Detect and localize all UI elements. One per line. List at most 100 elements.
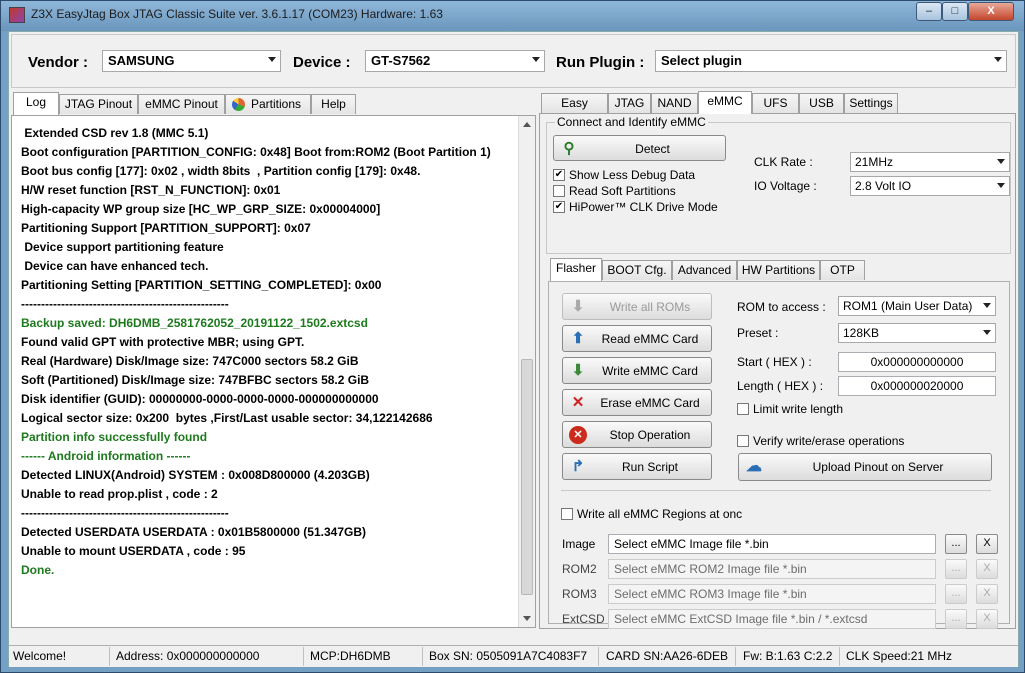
device-label: Device :	[293, 54, 351, 71]
write-all-roms-button[interactable]: ⬇ Write all ROMs	[562, 293, 712, 320]
status-separator	[735, 647, 736, 666]
title-bar[interactable]: Z3X EasyJtag Box JTAG Classic Suite ver.…	[1, 1, 1024, 31]
write-emmc-button[interactable]: ⬇ Write eMMC Card	[562, 357, 712, 384]
chevron-down-icon	[994, 57, 1002, 62]
log-line: High-capacity WP group size [HC_WP_GRP_S…	[21, 202, 381, 216]
clear-button[interactable]: X	[976, 534, 998, 554]
tab-help[interactable]: Help	[311, 94, 356, 114]
tab-advanced[interactable]: Advanced	[672, 260, 737, 280]
status-separator	[839, 647, 840, 666]
log-panel[interactable]: Extended CSD rev 1.8 (MMC 5.1) Boot confi…	[11, 115, 536, 628]
status-separator	[109, 647, 110, 666]
status-mcp: MCP:DH6DMB	[310, 649, 391, 663]
chevron-down-icon	[997, 159, 1005, 164]
stop-operation-button[interactable]: ✕ Stop Operation	[562, 421, 712, 448]
log-scrollbar[interactable]	[518, 116, 535, 627]
scroll-up-icon[interactable]	[523, 122, 531, 127]
tab-flasher[interactable]: Flasher	[550, 258, 602, 281]
clear-button[interactable]: X	[976, 609, 998, 629]
log-line: Backup saved: DH6DMB_2581762052_20191122…	[21, 316, 368, 330]
tab-settings[interactable]: Settings	[844, 93, 898, 113]
client-area: Vendor : SAMSUNG Device : GT-S7562 Run P…	[8, 31, 1019, 667]
tab-jtag[interactable]: JTAG	[608, 93, 651, 113]
status-clk-speed: CLK Speed:21 MHz	[846, 649, 953, 663]
clear-button[interactable]: X	[976, 584, 998, 604]
device-select[interactable]: GT-S7562	[365, 50, 545, 72]
rom-to-access-select[interactable]: ROM1 (Main User Data)	[838, 296, 996, 316]
tab-log[interactable]: Log	[13, 92, 59, 115]
tab-emmc[interactable]: eMMC	[698, 91, 752, 114]
browse-button[interactable]: ...	[945, 584, 967, 604]
divider	[561, 490, 991, 491]
log-line: Real (Hardware) Disk/Image size: 747C000…	[21, 354, 359, 368]
clear-button[interactable]: X	[976, 559, 998, 579]
preset-label: Preset :	[737, 326, 779, 340]
log-line: Logical sector size: 0x200 bytes ,First/…	[21, 411, 433, 425]
log-line: Found valid GPT with protective MBR; usi…	[21, 335, 305, 349]
file-path-input[interactable]: Select eMMC ExtCSD Image file *.bin / *.…	[608, 609, 936, 629]
file-path-input[interactable]: Select eMMC ROM2 Image file *.bin	[608, 559, 936, 579]
log-line: ----------------------------------------…	[21, 506, 229, 520]
vendor-select[interactable]: SAMSUNG	[102, 50, 281, 72]
browse-button[interactable]: ...	[945, 534, 967, 554]
left-tab-strip: Log JTAG Pinout eMMC Pinout Partitions H…	[11, 92, 536, 115]
emmc-panel: Connect and Identify eMMC ⚲ Detect ✔ Show…	[539, 113, 1016, 629]
log-line: Device can have enhanced tech.	[21, 259, 209, 273]
pie-chart-icon	[232, 98, 245, 111]
log-line: H/W reset function [RST_N_FUNCTION]: 0x0…	[21, 183, 281, 197]
tab-nand[interactable]: NAND	[651, 93, 698, 113]
read-emmc-button[interactable]: ⬆ Read eMMC Card	[562, 325, 712, 352]
run-script-button[interactable]: ↱ Run Script	[562, 453, 712, 480]
chevron-down-icon	[268, 57, 276, 62]
plugin-select[interactable]: Select plugin	[655, 50, 1007, 72]
rom-to-access-label: ROM to access :	[737, 300, 826, 314]
detect-button[interactable]: ⚲ Detect	[553, 135, 726, 161]
tab-partitions[interactable]: Partitions	[225, 94, 311, 114]
tab-boot-cfg[interactable]: BOOT Cfg.	[602, 260, 672, 280]
vendor-label: Vendor :	[28, 54, 89, 71]
status-bar: Welcome! Address: 0x000000000000 MCP:DH6…	[9, 645, 1018, 667]
browse-button[interactable]: ...	[945, 609, 967, 629]
tab-otp[interactable]: OTP	[820, 260, 865, 280]
file-path-input[interactable]: Select eMMC ROM3 Image file *.bin	[608, 584, 936, 604]
preset-select[interactable]: 128KB	[838, 323, 996, 343]
length-hex-input[interactable]: 0x000000020000	[838, 376, 996, 396]
stop-icon: ✕	[569, 426, 587, 444]
upload-pinout-button[interactable]: ☁ Upload Pinout on Server	[738, 453, 992, 481]
tab-jtag-pinout[interactable]: JTAG Pinout	[59, 94, 138, 114]
io-voltage-select[interactable]: 2.8 Volt IO	[850, 176, 1010, 196]
file-row-label: ROM3	[562, 587, 597, 601]
log-line: Partitioning Support [PARTITION_SUPPORT]…	[21, 221, 311, 235]
chevron-down-icon	[532, 57, 540, 62]
start-hex-input[interactable]: 0x000000000000	[838, 352, 996, 372]
status-box-sn: Box SN: 0505091A7C4083F7	[429, 649, 588, 663]
main-window: Z3X EasyJtag Box JTAG Classic Suite ver.…	[0, 0, 1025, 673]
close-button[interactable]: X	[968, 2, 1014, 21]
log-line: Unable to read prop.plist , code : 2	[21, 487, 218, 501]
clk-rate-select[interactable]: 21MHz	[850, 152, 1010, 172]
file-path-input[interactable]: Select eMMC Image file *.bin	[608, 534, 936, 554]
app-icon	[9, 7, 25, 23]
file-row-label: ROM2	[562, 562, 597, 576]
connect-group: Connect and Identify eMMC ⚲ Detect ✔ Show…	[546, 115, 1011, 254]
tab-usb[interactable]: USB	[799, 93, 844, 113]
browse-button[interactable]: ...	[945, 559, 967, 579]
upload-arrow-icon: ⬆	[571, 330, 585, 347]
log-line: Boot bus config [177]: 0x02 , width 8bit…	[21, 164, 421, 178]
scroll-down-icon[interactable]	[523, 616, 531, 621]
maximize-button[interactable]: □	[942, 2, 968, 21]
status-card-sn: CARD SN:AA26-6DEB	[606, 649, 729, 663]
minimize-button[interactable]: –	[916, 2, 942, 21]
file-row-label: Image	[562, 537, 596, 551]
right-tab-strip: Easy Repair JTAG NAND eMMC UFS USB Setti…	[539, 91, 1016, 128]
tab-emmc-pinout[interactable]: eMMC Pinout	[138, 94, 225, 114]
cloud-upload-icon: ☁	[746, 458, 762, 475]
file-row-label: ExtCSD	[562, 612, 605, 626]
erase-emmc-button[interactable]: ✕ Erase eMMC Card	[562, 389, 712, 416]
scroll-thumb[interactable]	[521, 359, 533, 595]
tab-hw-partitions[interactable]: HW Partitions	[737, 260, 820, 280]
length-hex-label: Length ( HEX ) :	[737, 379, 824, 393]
tab-easy-repair[interactable]: Easy Repair	[541, 93, 608, 128]
chevron-down-icon	[983, 303, 991, 308]
tab-ufs[interactable]: UFS	[752, 93, 799, 113]
